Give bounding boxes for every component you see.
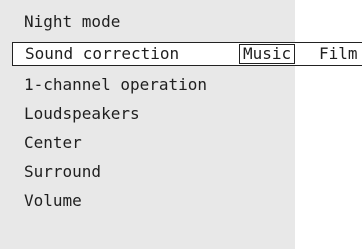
menu-item-night-mode[interactable]: Night mode	[24, 10, 120, 34]
sound-correction-label: Sound correction	[25, 44, 180, 63]
settings-menu-panel: Night mode 1-channel operation Loudspeak…	[0, 0, 295, 249]
menu-item-loudspeakers[interactable]: Loudspeakers	[24, 102, 140, 126]
menu-item-sound-correction[interactable]: Sound correction Music Film	[12, 42, 362, 66]
menu-item-surround[interactable]: Surround	[24, 160, 101, 184]
menu-item-1-channel-operation[interactable]: 1-channel operation	[24, 73, 207, 97]
sound-correction-option-film[interactable]: Film	[319, 43, 358, 65]
menu-item-volume[interactable]: Volume	[24, 189, 82, 213]
sound-correction-option-music[interactable]: Music	[239, 44, 296, 64]
menu-item-center[interactable]: Center	[24, 131, 82, 155]
